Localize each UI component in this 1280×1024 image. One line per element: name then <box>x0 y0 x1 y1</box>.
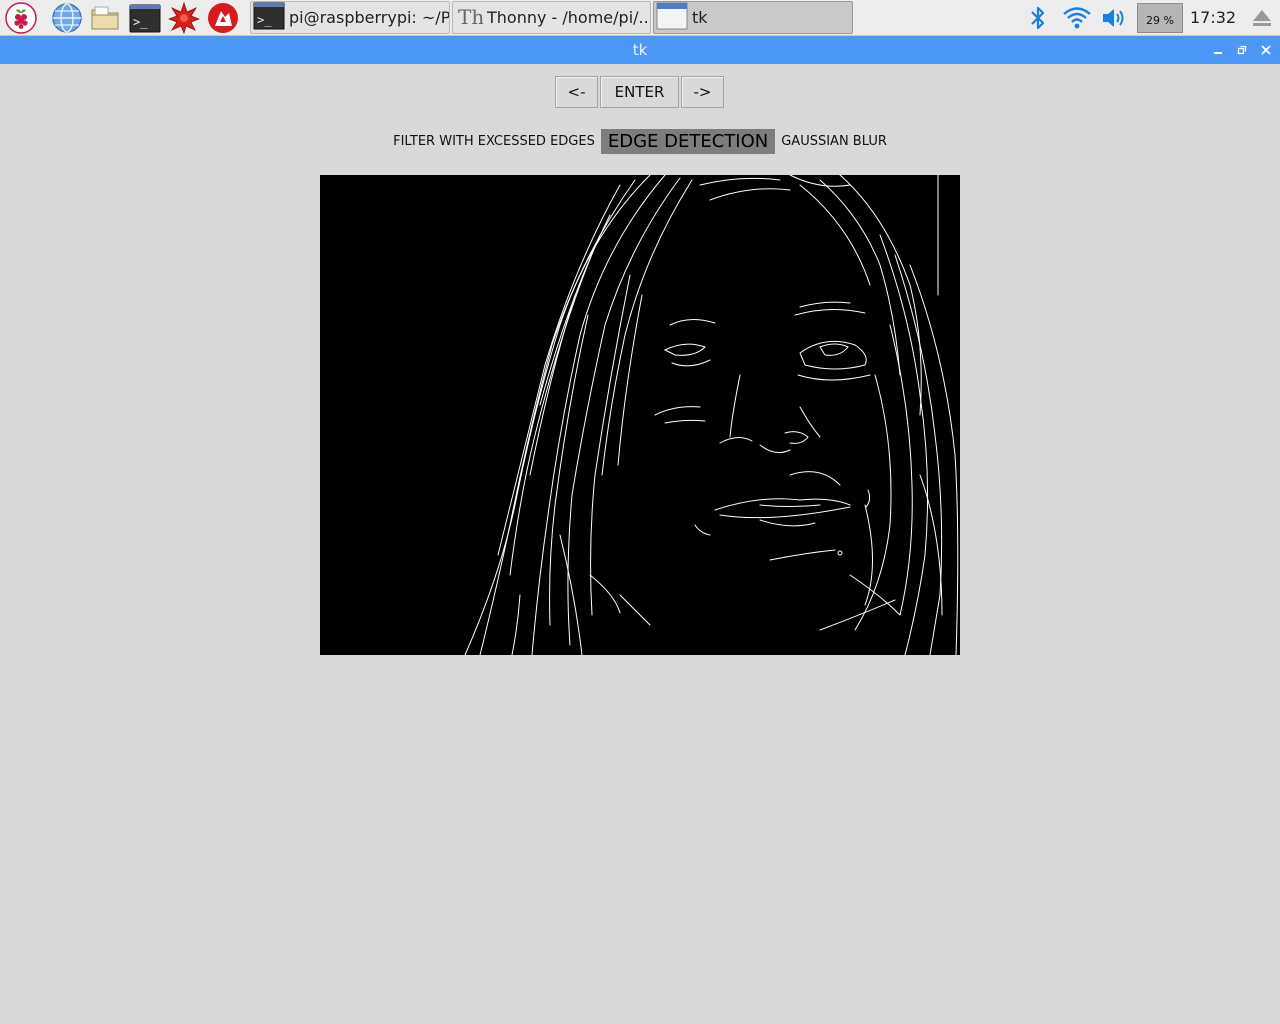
minimize-button[interactable] <box>1211 43 1225 57</box>
battery-percent: 29 % <box>1146 14 1174 27</box>
maximize-button[interactable] <box>1235 43 1249 57</box>
task-thonny[interactable]: Th Thonny - /home/pi/... <box>452 1 651 34</box>
eject-icon[interactable] <box>1247 2 1277 34</box>
task-label: tk <box>692 8 708 27</box>
processed-image <box>320 175 960 655</box>
taskbar: >_ >_ pi@raspberrypi: ~/Pl... Th <box>0 0 1280 36</box>
web-browser-icon[interactable] <box>51 2 83 34</box>
terminal-icon: >_ <box>253 2 285 33</box>
thonny-icon: Th <box>455 2 484 33</box>
edge-detected-portrait <box>464 175 959 655</box>
task-label: Thonny - /home/pi/... <box>487 8 650 27</box>
window-titlebar[interactable]: tk <box>0 36 1280 64</box>
svg-text:>_: >_ <box>133 15 148 29</box>
window-icon <box>656 2 688 33</box>
filter-options: FILTER WITH EXCESSED EDGES EDGE DETECTIO… <box>0 129 1280 154</box>
battery-indicator[interactable]: 29 % <box>1137 3 1183 33</box>
svg-text:>_: >_ <box>257 13 272 27</box>
task-label: pi@raspberrypi: ~/Pl... <box>289 8 449 27</box>
task-terminal[interactable]: >_ pi@raspberrypi: ~/Pl... <box>250 1 450 34</box>
wolfram-icon[interactable] <box>207 2 239 34</box>
file-manager-icon[interactable] <box>89 2 121 34</box>
filter-excessed-edges[interactable]: FILTER WITH EXCESSED EDGES <box>387 129 601 154</box>
window-title: tk <box>632 41 648 59</box>
clock[interactable]: 17:32 <box>1190 8 1236 27</box>
volume-icon[interactable] <box>1098 2 1130 34</box>
previous-button[interactable]: <- <box>555 76 598 108</box>
svg-text:Th: Th <box>458 5 483 29</box>
next-button[interactable]: -> <box>681 76 724 108</box>
bluetooth-icon[interactable] <box>1024 2 1052 34</box>
wifi-icon[interactable] <box>1060 2 1094 34</box>
raspberry-menu-icon[interactable] <box>5 2 37 34</box>
filter-edge-detection[interactable]: EDGE DETECTION <box>600 129 776 154</box>
mathematica-icon[interactable] <box>168 2 200 34</box>
navigation-bar: <- ENTER -> <box>555 76 724 108</box>
task-tk[interactable]: tk <box>653 1 853 34</box>
terminal-icon[interactable]: >_ <box>129 2 161 34</box>
enter-button[interactable]: ENTER <box>600 76 679 108</box>
close-button[interactable] <box>1259 43 1273 57</box>
filter-gaussian-blur[interactable]: GAUSSIAN BLUR <box>775 129 893 154</box>
